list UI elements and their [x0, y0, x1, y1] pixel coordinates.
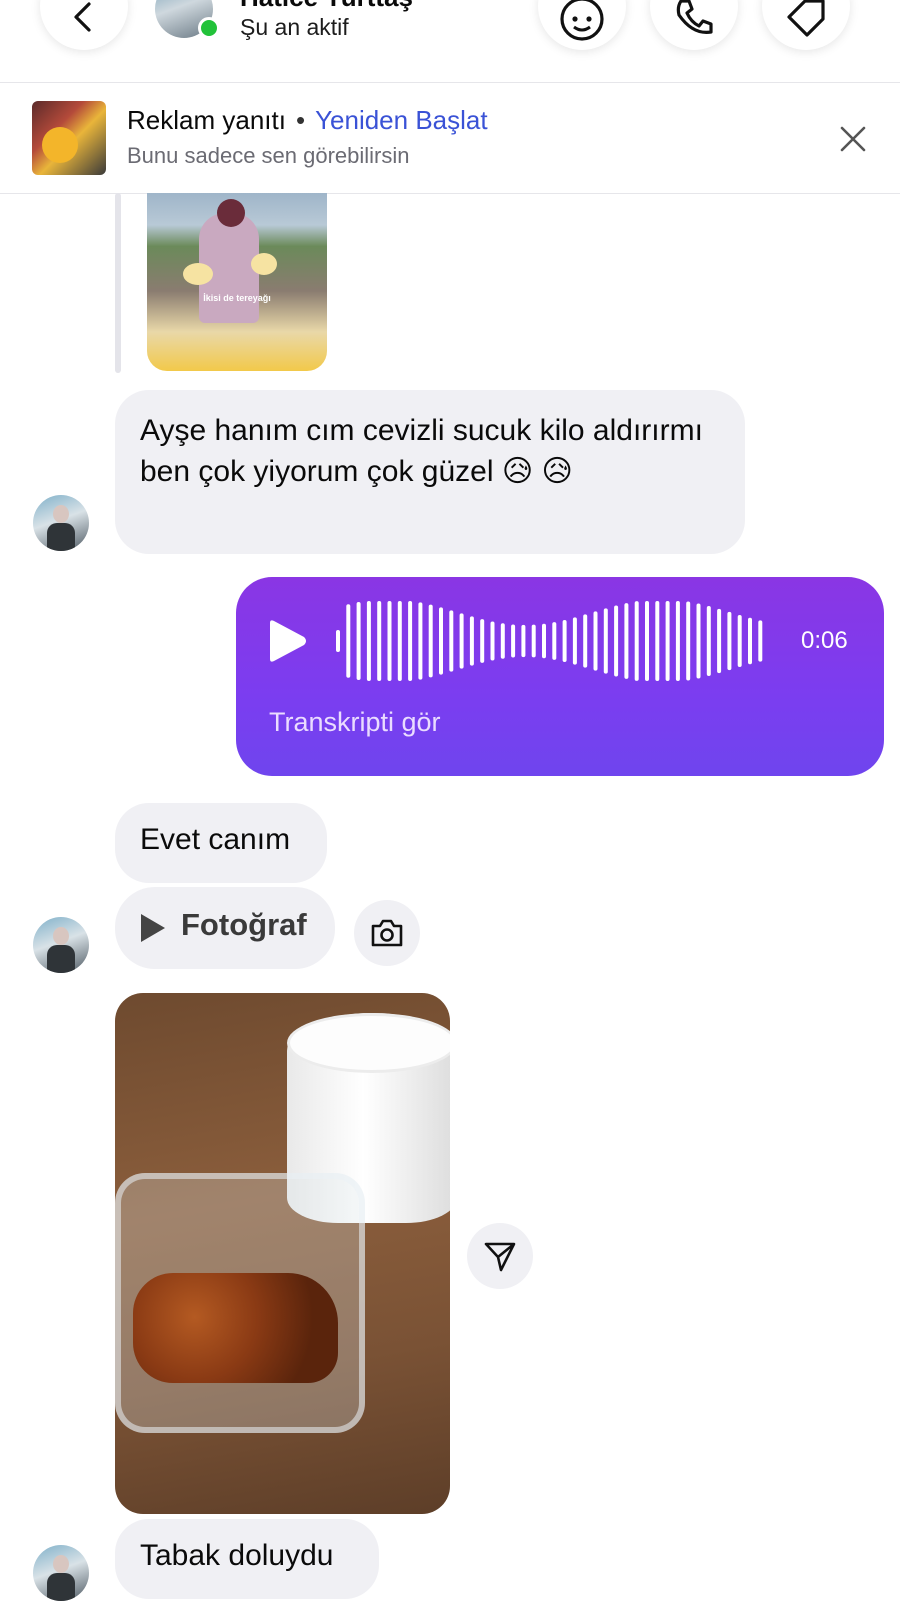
incoming-message[interactable]: Evet canım: [115, 803, 327, 883]
waveform-bar: [562, 619, 567, 663]
tag-icon: [787, 0, 825, 37]
incoming-photo[interactable]: [115, 993, 450, 1514]
share-button[interactable]: [467, 1223, 533, 1289]
waveform-bar: [418, 602, 423, 680]
waveform-bar: [480, 619, 485, 663]
message-text: Tabak doluydu: [140, 1539, 334, 1572]
back-button[interactable]: [40, 0, 128, 50]
waveform-bar: [490, 621, 495, 661]
voice-duration: 0:06: [801, 627, 848, 654]
send-icon: [484, 1242, 516, 1272]
waveform-bar: [727, 611, 732, 671]
waveform-bar: [717, 608, 722, 674]
waveform-bar: [655, 601, 660, 681]
waveform-bar: [624, 603, 629, 679]
waveform-bar: [758, 620, 763, 662]
waveform-bar: [572, 617, 577, 665]
waveform-bar: [531, 624, 536, 658]
reply-indicator-line: [115, 193, 121, 373]
waveform-bar: [500, 623, 505, 659]
waveform-bar: [686, 601, 691, 681]
phone-icon: [676, 0, 713, 34]
incoming-message[interactable]: Ayşe hanım cım cevizli sucuk kilo aldırı…: [115, 390, 745, 554]
chevron-left-icon: [74, 2, 91, 32]
waveform-bar: [459, 613, 464, 669]
incoming-message[interactable]: Tabak doluydu: [115, 1519, 379, 1599]
waveform-bar: [706, 606, 711, 676]
waveform-bar: [439, 607, 443, 675]
photo-chip-label: Fotoğraf: [181, 907, 307, 942]
online-indicator: [198, 17, 220, 39]
waveform-bar: [356, 602, 361, 680]
message-text: Ayşe hanım cım cevizli sucuk kilo aldırı…: [140, 414, 703, 488]
contact-name[interactable]: Hatice Yurttaş: [240, 0, 413, 13]
separator-dot: •: [295, 105, 306, 135]
waveform-bar: [469, 616, 474, 666]
sender-avatar[interactable]: [33, 917, 89, 973]
waveform-bar: [675, 601, 680, 681]
label-button[interactable]: [762, 0, 850, 50]
chat-header: Hatice Yurttaş Şu an aktif: [0, 0, 900, 83]
ad-image-caption: İkisi de tereyağı: [203, 293, 271, 303]
waveform-bar: [387, 601, 392, 681]
close-icon[interactable]: [838, 124, 868, 154]
restart-link[interactable]: Yeniden Başlat: [315, 105, 488, 135]
outgoing-voice-message[interactable]: 0:06 Transkripti gör: [236, 577, 884, 776]
ad-reply-label: Reklam yanıtı: [127, 105, 286, 135]
play-icon[interactable]: [266, 617, 310, 665]
waveform-bar: [449, 610, 454, 672]
waveform[interactable]: [332, 599, 772, 683]
waveform-bar: [336, 630, 340, 652]
call-button[interactable]: [650, 0, 738, 50]
sweets-shape: [133, 1273, 338, 1383]
ad-reply-banner: Reklam yanıtı • Yeniden Başlat Bunu sadece…: [0, 83, 900, 194]
waveform-bar: [737, 614, 742, 668]
waveform-bar: [397, 601, 402, 681]
view-once-photo[interactable]: Fotoğraf: [115, 887, 335, 969]
waveform-bar: [542, 623, 546, 659]
waveform-bar: [583, 614, 588, 668]
waveform-bar: [603, 608, 608, 674]
ad-visibility-note: Bunu sadece sen görebilirsin: [127, 143, 410, 168]
waveform-bar: [645, 601, 649, 681]
waveform-bar: [696, 603, 701, 679]
avatar-button[interactable]: [538, 0, 626, 50]
sender-avatar[interactable]: [33, 495, 89, 551]
waveform-bar: [408, 601, 413, 681]
ad-thumbnail[interactable]: [32, 101, 106, 175]
play-icon: [141, 914, 165, 942]
sender-avatar[interactable]: [33, 1545, 89, 1601]
waveform-bar: [552, 622, 557, 660]
waveform-bar: [748, 617, 752, 665]
waveform-bar: [634, 601, 639, 681]
camera-reply-button[interactable]: [354, 900, 420, 966]
waveform-bar: [511, 624, 516, 658]
contact-status: Şu an aktif: [240, 14, 349, 40]
waveform-bar: [614, 605, 619, 677]
waveform-bar: [521, 624, 526, 658]
waveform-bar: [366, 601, 371, 681]
waveform-bar: [593, 611, 598, 671]
waveform-bar: [428, 604, 433, 678]
waveform-bar: [377, 601, 382, 681]
see-transcript-link[interactable]: Transkripti gör: [269, 707, 441, 738]
waveform-bar: [665, 601, 670, 681]
waveform-bar: [346, 604, 351, 678]
message-text: Evet canım: [140, 823, 291, 856]
avatar-emoji-icon: [560, 0, 604, 41]
camera-icon: [371, 919, 403, 947]
replied-ad-image[interactable]: İkisi de tereyağı: [147, 193, 327, 371]
